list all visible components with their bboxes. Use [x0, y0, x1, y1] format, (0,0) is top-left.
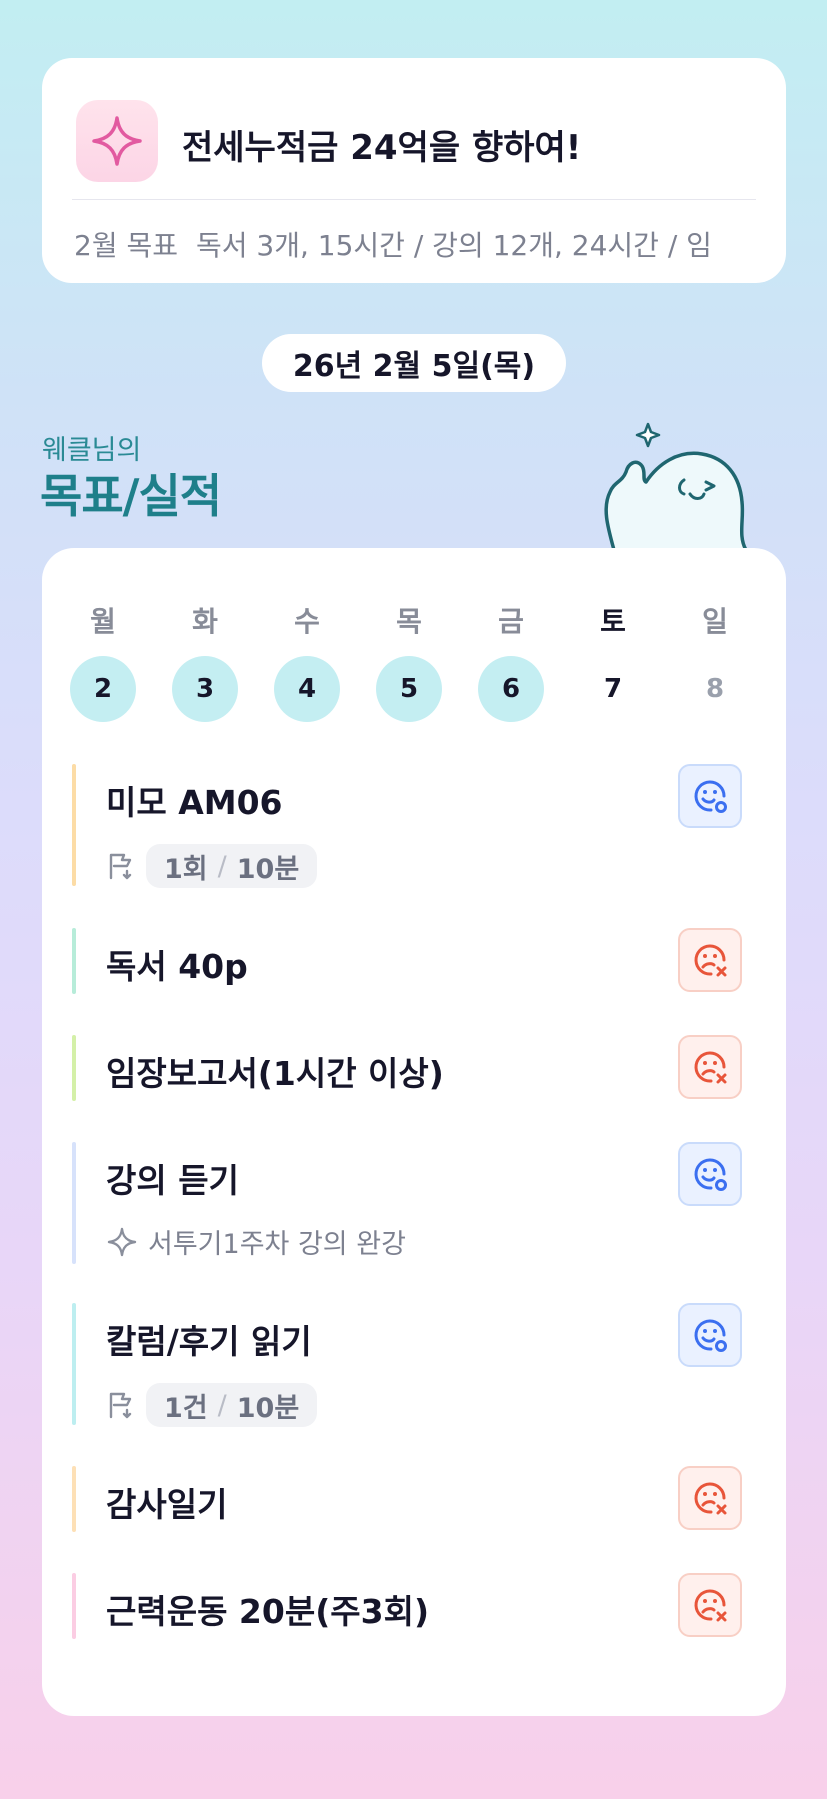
- date-pill[interactable]: 26년 2월 5일(목): [262, 334, 566, 392]
- task-item[interactable]: 강의 듣기서투기1주차 강의 완강: [72, 1142, 742, 1264]
- section-title: 목표/실적: [40, 469, 222, 523]
- goal-sparkle-badge: [76, 100, 158, 182]
- day-3-button[interactable]: 3: [172, 656, 238, 722]
- day-4-button[interactable]: 4: [274, 656, 340, 722]
- record-tag: 1회 / 10분: [146, 844, 318, 888]
- weekday-label: 토: [600, 605, 626, 638]
- flag-icon: [109, 1392, 132, 1419]
- task-title: 칼럼/후기 읽기: [106, 1322, 312, 1361]
- weekday-label: 목: [396, 605, 422, 638]
- monthly-goal: 2월 목표 독서 3개, 15시간 / 강의 12개, 24시간 / 임: [74, 224, 764, 264]
- task-title: 미모 AM06: [106, 783, 283, 822]
- smile-face-icon: [694, 1319, 727, 1352]
- task-title: 감사일기: [106, 1485, 228, 1524]
- record-count: 1회: [164, 853, 208, 885]
- main-card: 월2화3수4목5금6토7일8 미모 AM06 1회/10분 독서 40p 임장보고서(…: [42, 548, 786, 1716]
- record-duration: 10분: [236, 853, 300, 885]
- status-success-button[interactable]: [678, 1303, 742, 1367]
- divider: [72, 199, 756, 200]
- goal-card[interactable]: 전세누적금 24억을 향하여! 2월 목표 독서 3개, 15시간 / 강의 12…: [42, 58, 786, 283]
- day-6-button[interactable]: 6: [478, 656, 544, 722]
- status-fail-button[interactable]: [678, 1035, 742, 1099]
- sad-face-x-icon: [694, 1589, 727, 1622]
- day-8-button[interactable]: 8: [682, 656, 748, 722]
- task-record: 1건 / 10분: [106, 1383, 318, 1427]
- task-color-bar: [72, 1466, 76, 1532]
- task-color-bar: [72, 928, 76, 994]
- task-title: 임장보고서(1시간 이상): [106, 1054, 444, 1093]
- task-item[interactable]: 미모 AM06 1회 / 10분: [72, 764, 742, 888]
- task-item[interactable]: 근력운동 20분(주3회): [72, 1573, 742, 1639]
- record-separator: /: [217, 850, 227, 882]
- smile-face-icon: [694, 1158, 727, 1191]
- task-item[interactable]: 칼럼/후기 읽기 1건 / 10분: [72, 1303, 742, 1427]
- mascot-illustration: [604, 422, 748, 550]
- record-count: 1건: [164, 1392, 208, 1424]
- weekday-label: 일: [702, 605, 728, 638]
- goal-title: 전세누적금 24억을 향하여!: [182, 128, 582, 168]
- sad-face-x-icon: [694, 1051, 727, 1084]
- flag-icon: [109, 853, 132, 880]
- task-color-bar: [72, 1142, 76, 1264]
- day-2-button[interactable]: 2: [70, 656, 136, 722]
- sad-face-x-icon: [694, 944, 727, 977]
- sparkle-outline-icon: [107, 1227, 137, 1256]
- task-color-bar: [72, 1035, 76, 1101]
- task-color-bar: [72, 1573, 76, 1639]
- task-item[interactable]: 감사일기: [72, 1466, 742, 1532]
- monthly-goal-label: 2월 목표: [74, 229, 178, 262]
- record-duration: 10분: [236, 1392, 300, 1424]
- weekday-label: 월: [90, 605, 116, 638]
- status-success-button[interactable]: [678, 1142, 742, 1206]
- task-record: 1회 / 10분: [106, 844, 318, 888]
- monthly-goal-text: 독서 3개, 15시간 / 강의 12개, 24시간 / 임: [196, 229, 712, 262]
- sad-face-x-icon: [694, 1482, 727, 1515]
- status-fail-button[interactable]: [678, 1466, 742, 1530]
- task-item[interactable]: 독서 40p: [72, 928, 742, 994]
- task-color-bar: [72, 1303, 76, 1425]
- task-title: 강의 듣기: [106, 1161, 239, 1200]
- weekday-label: 수: [294, 605, 320, 638]
- weekday-label: 금: [498, 605, 524, 638]
- record-separator: /: [217, 1389, 227, 1421]
- task-note: 서투기1주차 강의 완강: [106, 1222, 406, 1261]
- status-success-button[interactable]: [678, 764, 742, 828]
- sparkle-icon: [92, 116, 142, 166]
- task-title: 근력운동 20분(주3회): [106, 1592, 430, 1631]
- task-item[interactable]: 임장보고서(1시간 이상): [72, 1035, 742, 1101]
- record-tag: 1건 / 10분: [146, 1383, 318, 1427]
- task-note-text: 서투기1주차 강의 완강: [148, 1229, 406, 1260]
- status-fail-button[interactable]: [678, 928, 742, 992]
- status-fail-button[interactable]: [678, 1573, 742, 1637]
- smile-face-icon: [694, 780, 727, 813]
- day-5-button[interactable]: 5: [376, 656, 442, 722]
- task-title: 독서 40p: [106, 947, 248, 986]
- weekday-label: 화: [192, 605, 218, 638]
- day-7-button[interactable]: 7: [580, 656, 646, 722]
- task-color-bar: [72, 764, 76, 886]
